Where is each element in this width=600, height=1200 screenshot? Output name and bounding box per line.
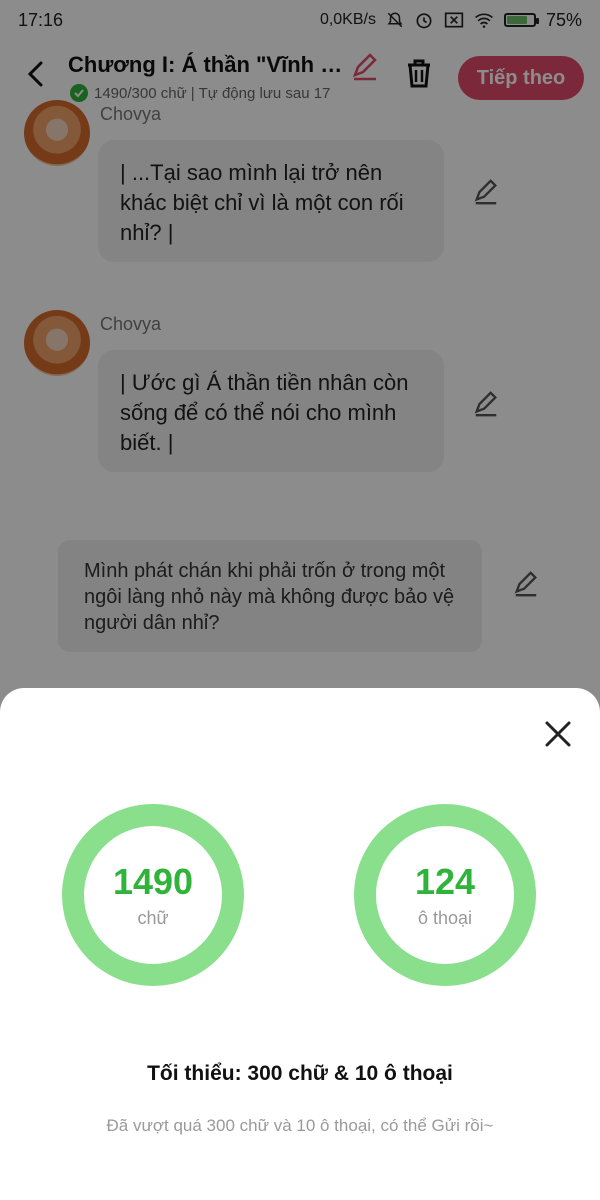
dialogue-count-center: 124 ô thoại [376, 826, 514, 964]
stats-sheet: 1490 chữ 124 ô thoại Tối thiểu: 300 chữ … [0, 688, 600, 1200]
close-button[interactable] [538, 714, 578, 754]
word-count-ring: 1490 chữ [62, 804, 244, 986]
close-icon [545, 721, 571, 747]
word-count-value: 1490 [112, 860, 194, 902]
word-count-center: 1490 chữ [84, 826, 222, 964]
dialogue-count-ring: 124 ô thoại [354, 804, 536, 986]
word-count-label: chữ [137, 907, 169, 928]
submit-hint: Đã vượt quá 300 chữ và 10 ô thoại, có th… [106, 1116, 494, 1135]
minimum-requirement: Tối thiểu: 300 chữ & 10 ô thoại [147, 1062, 453, 1085]
dialogue-count-label: ô thoại [417, 907, 473, 928]
dialogue-count-value: 124 [414, 860, 476, 902]
